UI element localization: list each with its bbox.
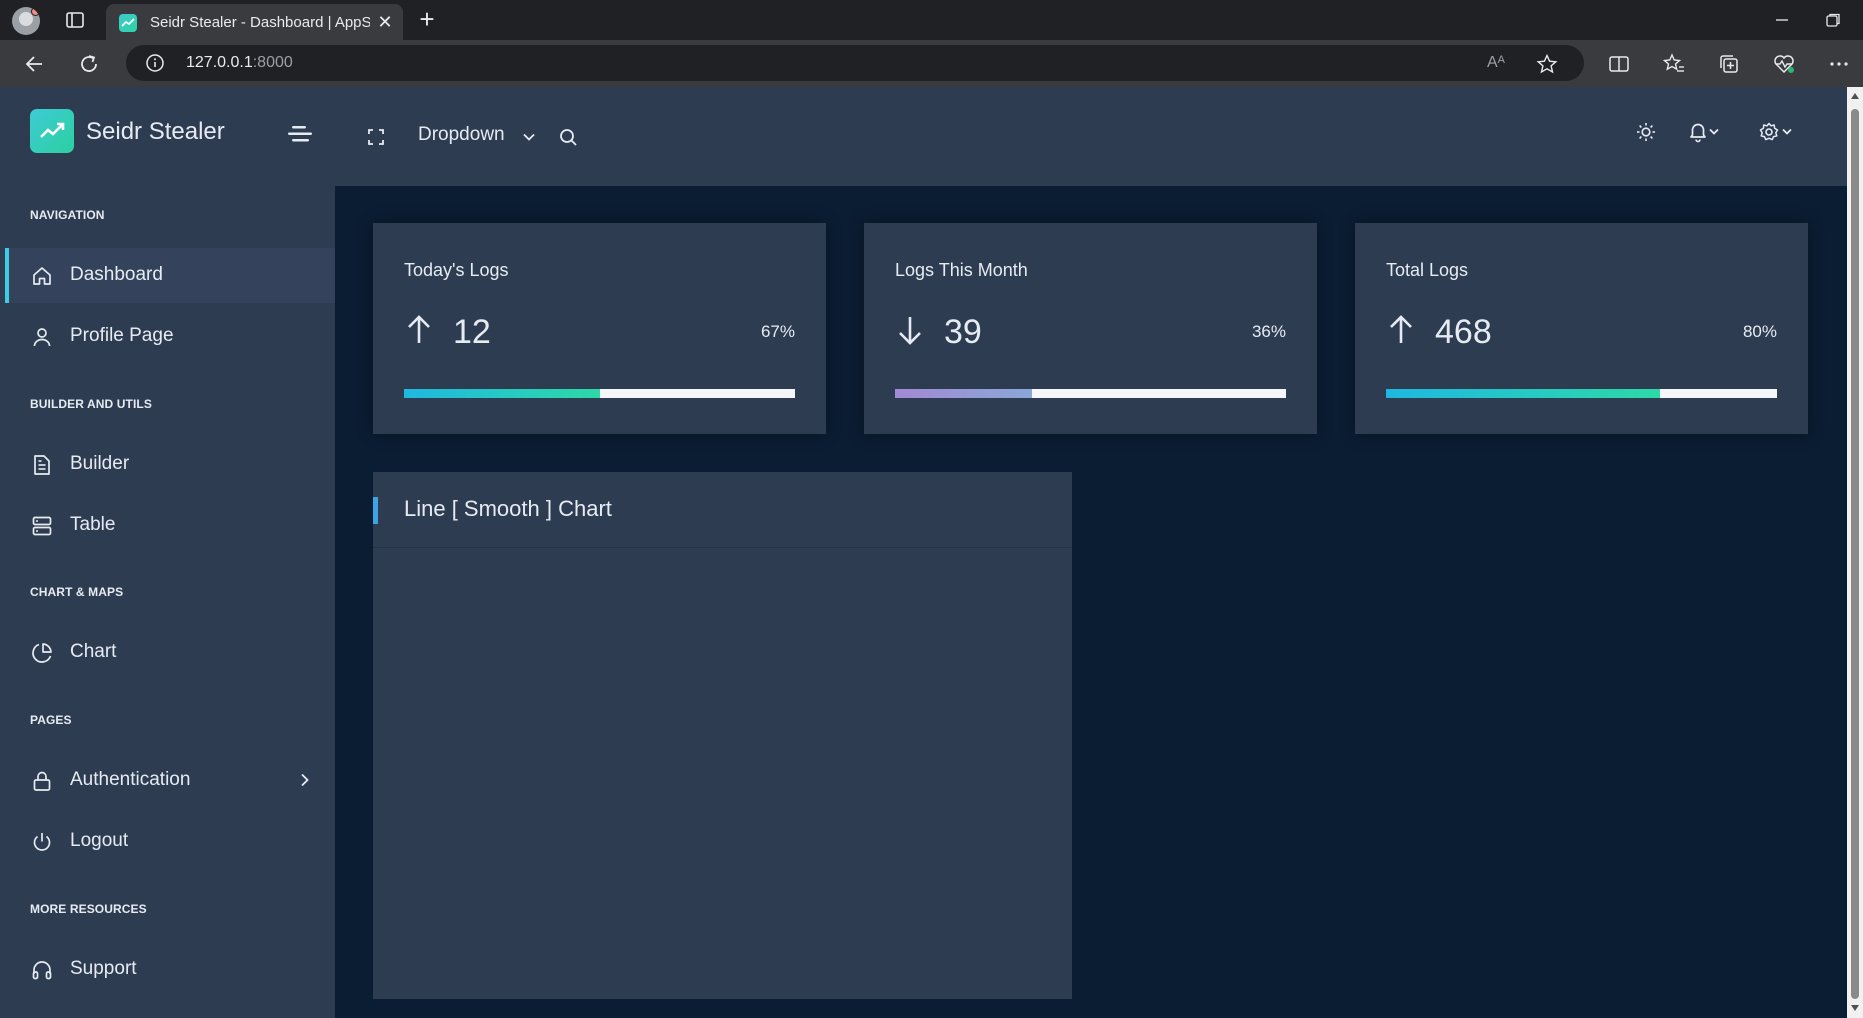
sidebar-item-chart[interactable]: Chart <box>5 625 335 680</box>
main-content: Today's Logs 12 67% Logs This Month 39 3… <box>335 186 1847 1018</box>
sidebar-item-logout[interactable]: Logout <box>5 814 335 869</box>
window-restore-icon[interactable] <box>1823 10 1843 30</box>
sidebar-item-label: Chart <box>70 641 117 662</box>
scrollbar-thumb[interactable] <box>1851 109 1859 999</box>
brand-name: Seidr Stealer <box>86 118 225 145</box>
profile-avatar[interactable] <box>12 7 40 35</box>
sidebar: Seidr Stealer NAVIGATION Dashboard Profi… <box>0 87 335 1018</box>
progress-fill <box>895 389 1032 398</box>
chart-card-title: Line [ Smooth ] Chart <box>404 496 612 521</box>
progress-bar <box>1386 389 1777 398</box>
chart-card-header: Line [ Smooth ] Chart <box>373 472 1072 548</box>
sidebar-item-profile[interactable]: Profile Page <box>5 309 335 364</box>
sidebar-item-label: Profile Page <box>70 325 174 346</box>
brand[interactable]: Seidr Stealer <box>30 109 330 153</box>
favorites-icon[interactable] <box>1662 52 1686 76</box>
menu-toggle-icon[interactable] <box>288 125 312 143</box>
top-header: Dropdown <box>335 87 1847 186</box>
stat-card-total: Total Logs 468 80% <box>1355 223 1808 434</box>
sidebar-item-label: Logout <box>70 830 129 851</box>
stat-card-percent: 36% <box>1251 322 1286 341</box>
nav-caption-pages: PAGES <box>30 713 72 727</box>
arrow-up-icon <box>406 313 432 347</box>
window-minimize-icon[interactable] <box>1772 10 1792 30</box>
stat-card-title: Logs This Month <box>895 260 1028 280</box>
site-info-icon[interactable] <box>145 53 165 73</box>
header-dropdown[interactable]: Dropdown <box>418 124 505 146</box>
sidebar-item-label: Table <box>70 514 116 535</box>
nav-caption-resources: MORE RESOURCES <box>30 902 147 916</box>
collections-icon[interactable] <box>1717 52 1741 76</box>
search-icon[interactable] <box>557 126 579 148</box>
split-screen-icon[interactable] <box>1607 52 1631 76</box>
favorite-star-icon[interactable] <box>1536 53 1558 75</box>
nav-caption-builder: BUILDER AND UTILS <box>30 397 152 411</box>
scroll-up-arrow-icon[interactable] <box>1851 93 1859 99</box>
progress-bar <box>404 389 795 398</box>
brand-logo-icon <box>30 109 74 153</box>
page-scrollbar[interactable] <box>1847 87 1863 1018</box>
stat-card-today: Today's Logs 12 67% <box>373 223 826 434</box>
nav-caption-navigation: NAVIGATION <box>30 208 105 222</box>
theme-sun-icon[interactable] <box>1635 121 1657 143</box>
arrow-down-icon <box>897 313 923 347</box>
browser-tab-active[interactable]: Seidr Stealer - Dashboard | AppSeed ✕ <box>106 4 403 40</box>
home-icon <box>31 265 53 287</box>
url-host: 127.0.0.1 <box>186 54 253 71</box>
url-input[interactable]: 127.0.0.1:8000 Aᴬ <box>126 45 1584 81</box>
browser-essentials-icon[interactable] <box>1772 52 1796 76</box>
lock-icon <box>31 770 53 792</box>
stat-card-title: Today's Logs <box>404 260 509 280</box>
progress-fill <box>404 389 600 398</box>
nav-caption-chart: CHART & MAPS <box>30 585 124 599</box>
chevron-down-icon[interactable] <box>518 126 540 148</box>
chevron-right-icon <box>296 771 314 789</box>
back-arrow-icon[interactable] <box>22 51 48 77</box>
chart-card: Line [ Smooth ] Chart <box>373 472 1072 999</box>
stat-card-title: Total Logs <box>1386 260 1469 280</box>
sidebar-item-label: Builder <box>70 453 130 474</box>
arrow-up-icon <box>1388 313 1414 347</box>
sidebar-item-table[interactable]: Table <box>5 498 335 553</box>
stat-card-month: Logs This Month 39 36% <box>864 223 1317 434</box>
stat-card-value: 468 <box>1435 313 1492 351</box>
url-text: 127.0.0.1:8000 <box>186 54 293 72</box>
scroll-down-arrow-icon[interactable] <box>1851 1005 1859 1011</box>
sidebar-item-builder[interactable]: Builder <box>5 437 335 492</box>
new-tab-button[interactable]: + <box>414 6 440 33</box>
chart-accent-bar <box>373 497 378 524</box>
power-icon <box>31 831 53 853</box>
file-text-icon <box>31 454 53 476</box>
tab-close-icon[interactable]: ✕ <box>376 13 394 31</box>
headphones-icon <box>31 959 53 981</box>
stat-card-percent: 67% <box>760 322 795 341</box>
url-port: :8000 <box>252 54 293 71</box>
fullscreen-icon[interactable] <box>365 126 387 148</box>
sidebar-item-support[interactable]: Support <box>5 942 335 997</box>
tab-title: Seidr Stealer - Dashboard | AppSeed <box>150 14 370 31</box>
notification-bell-icon[interactable] <box>1687 121 1721 143</box>
server-icon <box>31 515 53 537</box>
progress-bar <box>895 389 1286 398</box>
sidebar-item-authentication[interactable]: Authentication <box>5 753 335 808</box>
tab-actions-icon[interactable] <box>64 9 86 31</box>
read-aloud-icon[interactable]: Aᴬ <box>1487 54 1509 74</box>
sidebar-item-dashboard[interactable]: Dashboard <box>5 248 335 303</box>
sidebar-item-label: Dashboard <box>70 264 163 285</box>
browser-address-bar: 127.0.0.1:8000 Aᴬ <box>0 40 1863 87</box>
tab-favicon-icon <box>119 14 137 32</box>
stat-card-value: 39 <box>944 313 982 351</box>
sidebar-item-label: Authentication <box>70 769 191 790</box>
user-icon <box>31 326 53 348</box>
more-menu-icon[interactable] <box>1827 52 1851 76</box>
reload-icon[interactable] <box>76 51 102 77</box>
sidebar-item-label: Support <box>70 958 137 979</box>
browser-tab-bar: Seidr Stealer - Dashboard | AppSeed ✕ + <box>0 0 1863 40</box>
stat-card-percent: 80% <box>1742 322 1777 341</box>
notification-dot <box>31 7 40 16</box>
progress-fill <box>1386 389 1660 398</box>
pie-chart-icon <box>31 642 53 664</box>
stat-card-value: 12 <box>453 313 491 351</box>
settings-gear-icon[interactable] <box>1758 121 1794 143</box>
